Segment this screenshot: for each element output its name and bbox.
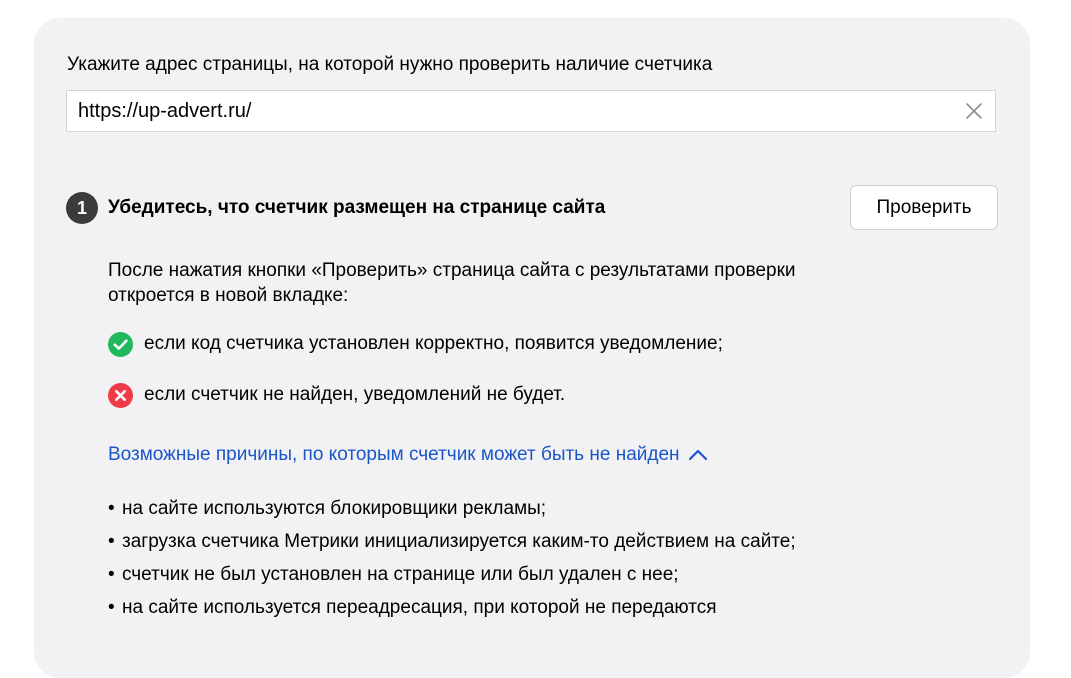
list-item: счетчик не был установлен на странице ил… xyxy=(108,558,848,591)
list-item: на сайте используется переадресация, при… xyxy=(108,591,848,624)
step-description: После нажатия кнопки «Проверить» страниц… xyxy=(108,260,796,306)
step-title: Убедитесь, что счетчик размещен на стран… xyxy=(108,197,606,218)
step-number-badge: 1 xyxy=(66,192,98,224)
close-icon[interactable] xyxy=(965,102,983,120)
check-circle-icon xyxy=(108,331,133,357)
url-prompt-label: Укажите адрес страницы, на которой нужно… xyxy=(67,54,713,75)
chevron-up-icon[interactable] xyxy=(688,448,708,462)
error-status-text: если счетчик не найден, уведомлений не б… xyxy=(144,384,566,405)
url-field[interactable] xyxy=(66,90,996,132)
reasons-toggle-label[interactable]: Возможные причины, по которым счетчик мо… xyxy=(108,444,680,466)
success-status-text: если код счетчика установлен корректно, … xyxy=(144,333,723,354)
counter-check-panel: Укажите адрес страницы, на которой нужно… xyxy=(34,18,1030,678)
error-status-item: если счетчик не найден, уведомлений не б… xyxy=(108,382,565,408)
list-item: на сайте используются блокировщики рекла… xyxy=(108,492,848,525)
reasons-list: на сайте используются блокировщики рекла… xyxy=(108,492,848,624)
reasons-toggle-link[interactable]: Возможные причины, по которым счетчик мо… xyxy=(108,444,708,466)
url-input[interactable] xyxy=(67,91,947,131)
cross-circle-icon xyxy=(108,382,133,408)
check-button[interactable]: Проверить xyxy=(850,185,998,230)
list-item: загрузка счетчика Метрики инициализирует… xyxy=(108,525,848,558)
success-status-item: если код счетчика установлен корректно, … xyxy=(108,331,723,357)
